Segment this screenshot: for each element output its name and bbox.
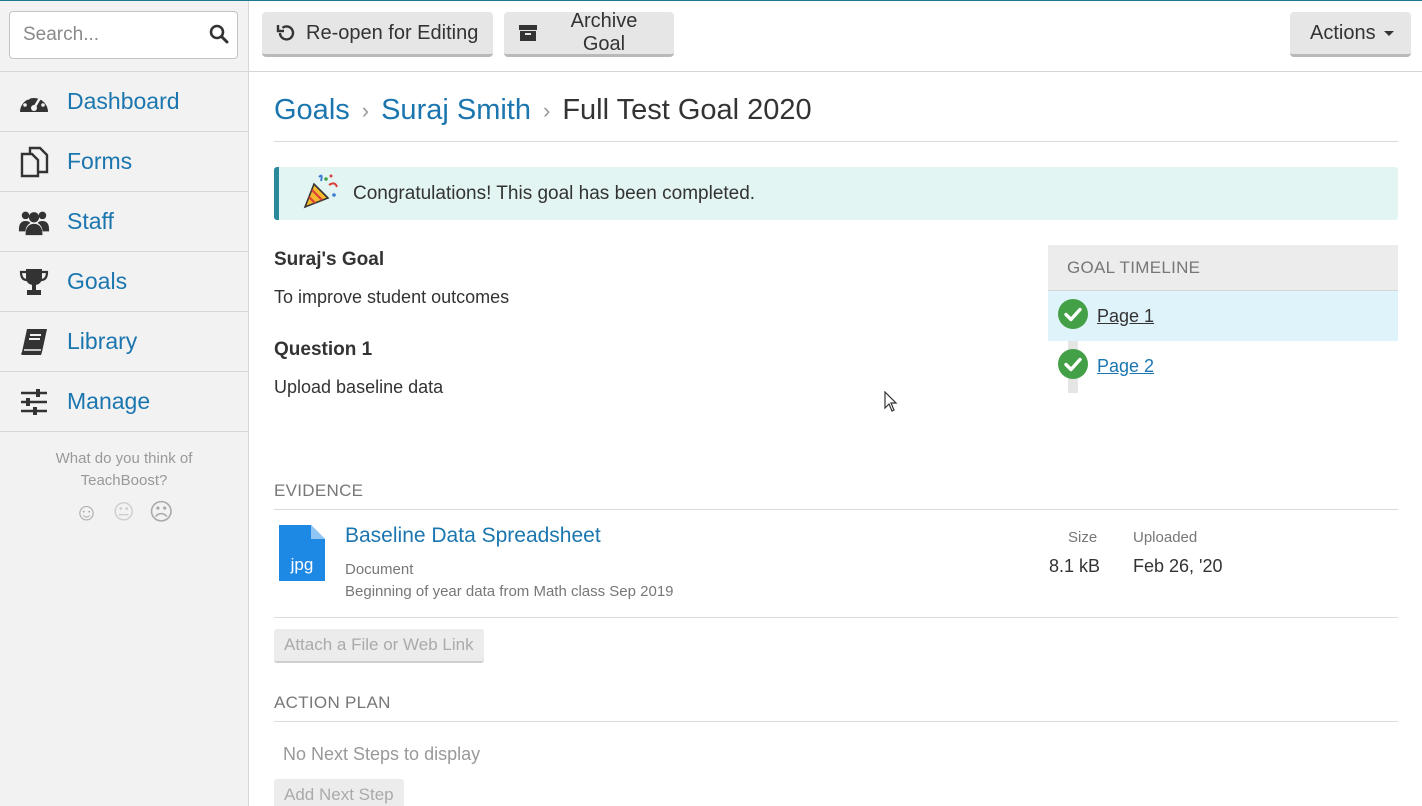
- evidence-title-link[interactable]: Baseline Data Spreadsheet: [345, 524, 601, 548]
- empty-steps-text: No Next Steps to display: [283, 744, 481, 764]
- toolbar: Re-open for Editing Archive Goal Actions: [249, 1, 1422, 72]
- sidebar-item-forms[interactable]: Forms: [0, 132, 248, 192]
- goal-title: Suraj's Goal: [274, 249, 385, 270]
- sidebar-item-label: Goals: [67, 268, 128, 294]
- mouse-cursor-icon: [884, 390, 898, 418]
- sidebar-item-label: Forms: [67, 148, 133, 174]
- party-popper-icon: [301, 171, 341, 217]
- feedback-faces: ☺ 😐 ☹: [0, 501, 248, 525]
- attach-row: Attach a File or Web Link: [274, 629, 1398, 663]
- neutral-face-icon[interactable]: 😐: [113, 502, 135, 524]
- check-circle-icon: [1058, 298, 1088, 334]
- sidebar-item-manage[interactable]: Manage: [0, 372, 248, 432]
- forms-icon: [18, 146, 50, 178]
- timeline-item-page-1[interactable]: Page 1: [1048, 291, 1398, 341]
- timeline-item-page-2[interactable]: Page 2: [1048, 341, 1398, 391]
- search-area: [0, 1, 248, 72]
- undo-icon: [276, 23, 296, 43]
- smile-face-icon[interactable]: ☺: [74, 501, 99, 525]
- evidence-type: Document: [345, 561, 414, 578]
- file-jpg-icon[interactable]: jpg: [279, 525, 325, 586]
- sidebar-item-staff[interactable]: Staff: [0, 192, 248, 252]
- main-content: Goals › Suraj Smith › Full Test Goal 202…: [274, 72, 1398, 806]
- alert-text: Congratulations! This goal has been comp…: [353, 182, 756, 204]
- sidebar-item-library[interactable]: Library: [0, 312, 248, 372]
- add-next-step-button[interactable]: Add Next Step: [274, 779, 404, 806]
- archive-label: Archive Goal: [570, 10, 638, 55]
- uploaded-date: Feb 26, '20: [1133, 556, 1223, 576]
- book-icon: [18, 326, 50, 358]
- goal-content: Suraj's Goal To improve student outcomes…: [274, 220, 1398, 480]
- completed-alert: Congratulations! This goal has been comp…: [274, 167, 1398, 220]
- staff-icon: [18, 206, 50, 238]
- frown-face-icon[interactable]: ☹: [149, 501, 174, 525]
- sidebar-item-dashboard[interactable]: Dashboard: [0, 72, 248, 132]
- question-title: Question 1: [274, 339, 373, 360]
- search-icon[interactable]: [209, 24, 229, 49]
- dashboard-icon: [18, 86, 50, 118]
- breadcrumb-goals-link[interactable]: Goals: [274, 94, 350, 127]
- feedback-question: What do you think of TeachBoost?: [55, 450, 193, 489]
- evidence-item: jpg Baseline Data Spreadsheet Document B…: [274, 510, 1398, 618]
- search-input[interactable]: [10, 12, 200, 58]
- feedback-panel: What do you think of TeachBoost? ☺ 😐 ☹: [0, 448, 248, 525]
- goal-text: To improve student outcomes: [274, 287, 510, 307]
- archive-button[interactable]: Archive Goal: [504, 10, 674, 57]
- archive-icon: [518, 24, 538, 42]
- action-plan-section: ACTION PLAN No Next Steps to display Add…: [274, 693, 1398, 806]
- add-step-row: Add Next Step: [274, 779, 1398, 806]
- chevron-right-icon: ›: [542, 97, 551, 123]
- evidence-title: EVIDENCE: [274, 481, 1398, 510]
- check-circle-icon: [1058, 348, 1088, 384]
- breadcrumb: Goals › Suraj Smith › Full Test Goal 202…: [274, 72, 1398, 142]
- reopen-button[interactable]: Re-open for Editing: [262, 12, 493, 57]
- evidence-description: Beginning of year data from Math class S…: [345, 583, 674, 600]
- breadcrumb-person-link[interactable]: Suraj Smith: [381, 94, 531, 127]
- attach-file-button[interactable]: Attach a File or Web Link: [274, 629, 484, 663]
- chevron-right-icon: ›: [361, 97, 370, 123]
- size-header: Size: [1068, 529, 1098, 546]
- uploaded-header: Uploaded: [1133, 529, 1198, 546]
- sidebar-item-label: Staff: [67, 208, 114, 234]
- action-plan-title: ACTION PLAN: [274, 693, 1398, 722]
- evidence-section: EVIDENCE jpg Baseline Data Spreadsheet D…: [274, 481, 1398, 663]
- trophy-icon: [18, 266, 50, 298]
- sidebar-item-label: Library: [67, 328, 138, 354]
- file-size: 8.1 kB: [1049, 556, 1101, 576]
- question-text: Upload baseline data: [274, 377, 444, 397]
- timeline-link[interactable]: Page 2: [1097, 356, 1154, 377]
- actions-dropdown[interactable]: Actions: [1290, 12, 1411, 57]
- search-box: [9, 11, 238, 59]
- page-title: Full Test Goal 2020: [562, 94, 812, 126]
- reopen-label: Re-open for Editing: [306, 21, 479, 44]
- goal-details: Suraj's Goal To improve student outcomes…: [274, 249, 509, 398]
- sidebar-item-label: Manage: [67, 388, 151, 414]
- timeline-link[interactable]: Page 1: [1097, 306, 1154, 327]
- actions-label: Actions: [1310, 21, 1376, 44]
- sidebar-item-goals[interactable]: Goals: [0, 252, 248, 312]
- sidebar-item-label: Dashboard: [67, 88, 180, 114]
- sliders-icon: [18, 386, 50, 418]
- goal-timeline: GOAL TIMELINE Page 1 Page 2: [1048, 245, 1398, 393]
- file-ext-label: jpg: [290, 555, 314, 574]
- timeline-header: GOAL TIMELINE: [1048, 245, 1398, 291]
- caret-down-icon: [1383, 30, 1394, 36]
- sidebar: Dashboard Forms Staff Goals Library Mana…: [0, 1, 249, 806]
